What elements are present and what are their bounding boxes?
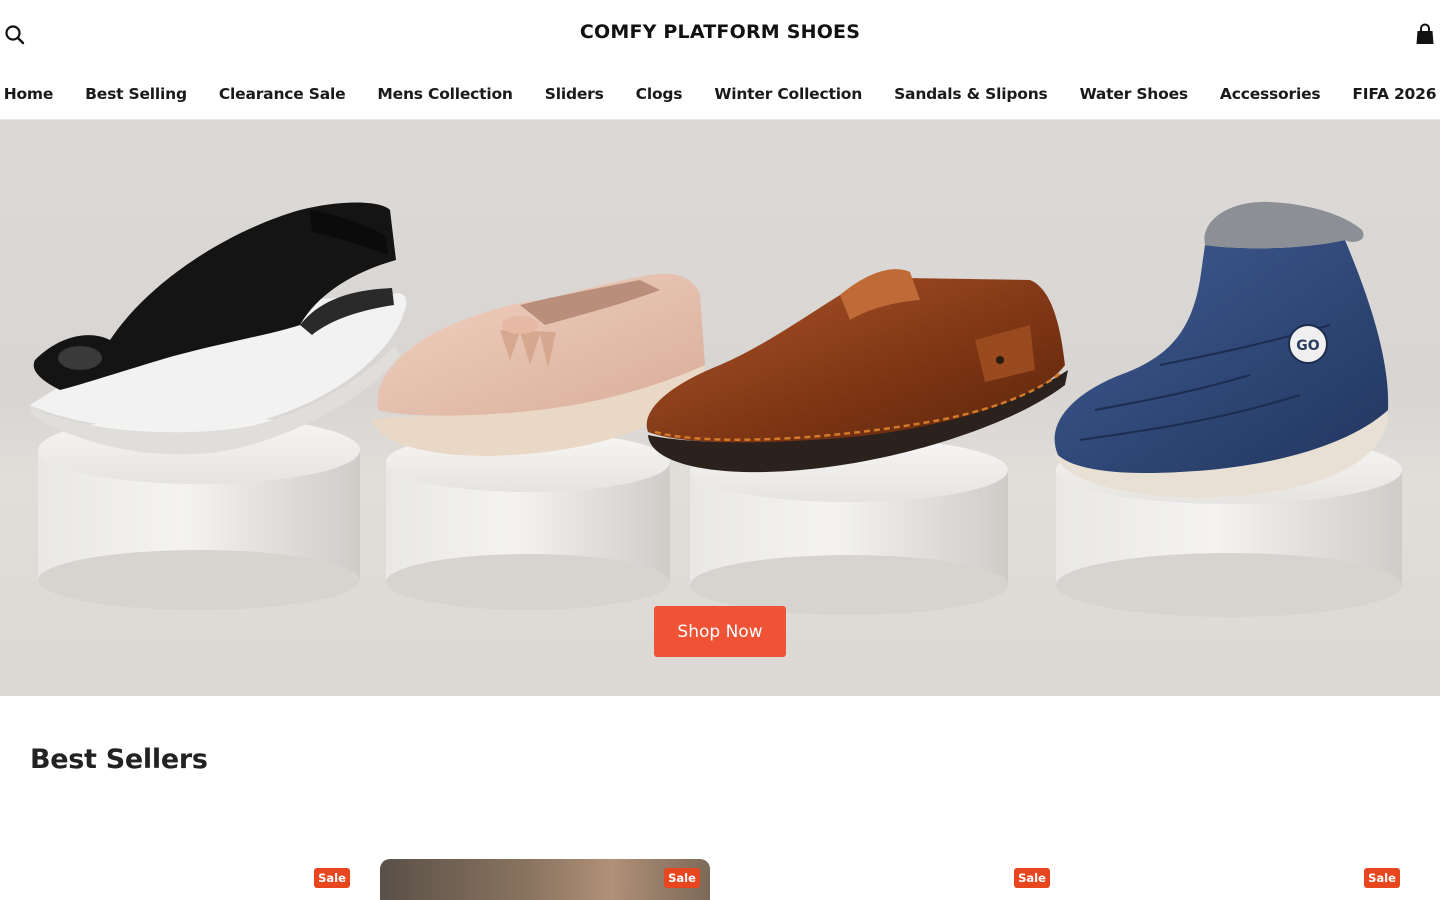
nav-item-home[interactable]: Home [4,85,54,103]
product-image [30,859,360,900]
main-nav: Home Best Selling Clearance Sale Mens Co… [0,68,1440,120]
search-icon[interactable] [4,24,26,46]
nav-item-clearance-sale[interactable]: Clearance Sale [219,85,346,103]
logo-link[interactable]: COMFY PLATFORM SHOES [580,21,860,43]
nav-item-water-shoes[interactable]: Water Shoes [1080,85,1189,103]
nav-item-best-selling[interactable]: Best Selling [85,85,187,103]
sale-badge: Sale [664,868,700,888]
pedestal-2 [386,432,670,610]
best-sellers-title: Best Sellers [30,744,208,775]
site-logo: COMFY PLATFORM SHOES [0,21,1440,43]
nav-item-accessories[interactable]: Accessories [1220,85,1321,103]
sale-badge: Sale [314,868,350,888]
product-card-4[interactable] [1080,859,1410,900]
product-card-1[interactable] [30,859,360,900]
product-image [1080,859,1410,900]
nav-item-fifa-2026[interactable]: FIFA 2026 [1352,85,1436,103]
product-image [380,859,710,900]
product-image [730,859,1060,900]
site-header: COMFY PLATFORM SHOES [0,0,1440,68]
product-card-2[interactable] [380,859,710,900]
nav-item-mens-collection[interactable]: Mens Collection [377,85,513,103]
product-card-3[interactable] [730,859,1060,900]
sale-badge: Sale [1364,868,1400,888]
hero-banner[interactable]: GO Shop Now [0,120,1440,696]
nav-item-winter-collection[interactable]: Winter Collection [714,85,862,103]
brown-leather-loafer [646,269,1068,473]
nav-item-sliders[interactable]: Sliders [545,85,604,103]
black-wedge-sandal [30,202,407,455]
shopping-bag-icon[interactable] [1414,22,1436,46]
nav-item-clogs[interactable]: Clogs [636,85,683,103]
nav-item-sandals-slipons[interactable]: Sandals & Slipons [894,85,1048,103]
shop-now-button[interactable]: Shop Now [654,606,786,657]
sale-badge: Sale [1014,868,1050,888]
boot-brand-logo: GO [1296,338,1319,354]
navy-winter-boot: GO [1054,201,1389,498]
